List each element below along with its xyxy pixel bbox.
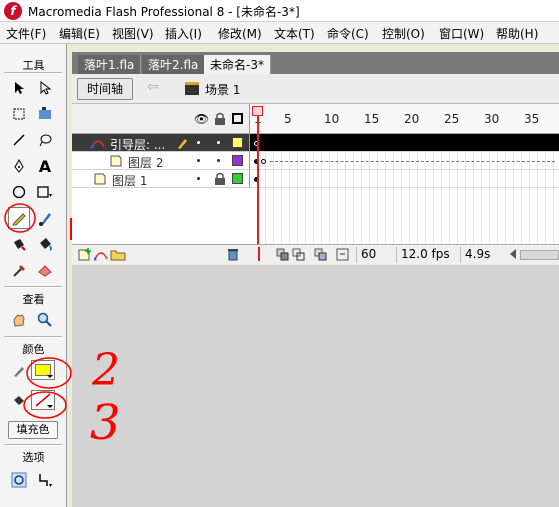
- annotation-circle-stroke-color: [26, 357, 72, 389]
- annotation-number-2: 2: [92, 345, 120, 396]
- annotation-circle-pencil: [4, 203, 36, 233]
- red-annotation-layer: [4, 203, 72, 419]
- annotation-circle-fill-color: [23, 391, 67, 419]
- annotation-number-3: 3: [90, 395, 121, 451]
